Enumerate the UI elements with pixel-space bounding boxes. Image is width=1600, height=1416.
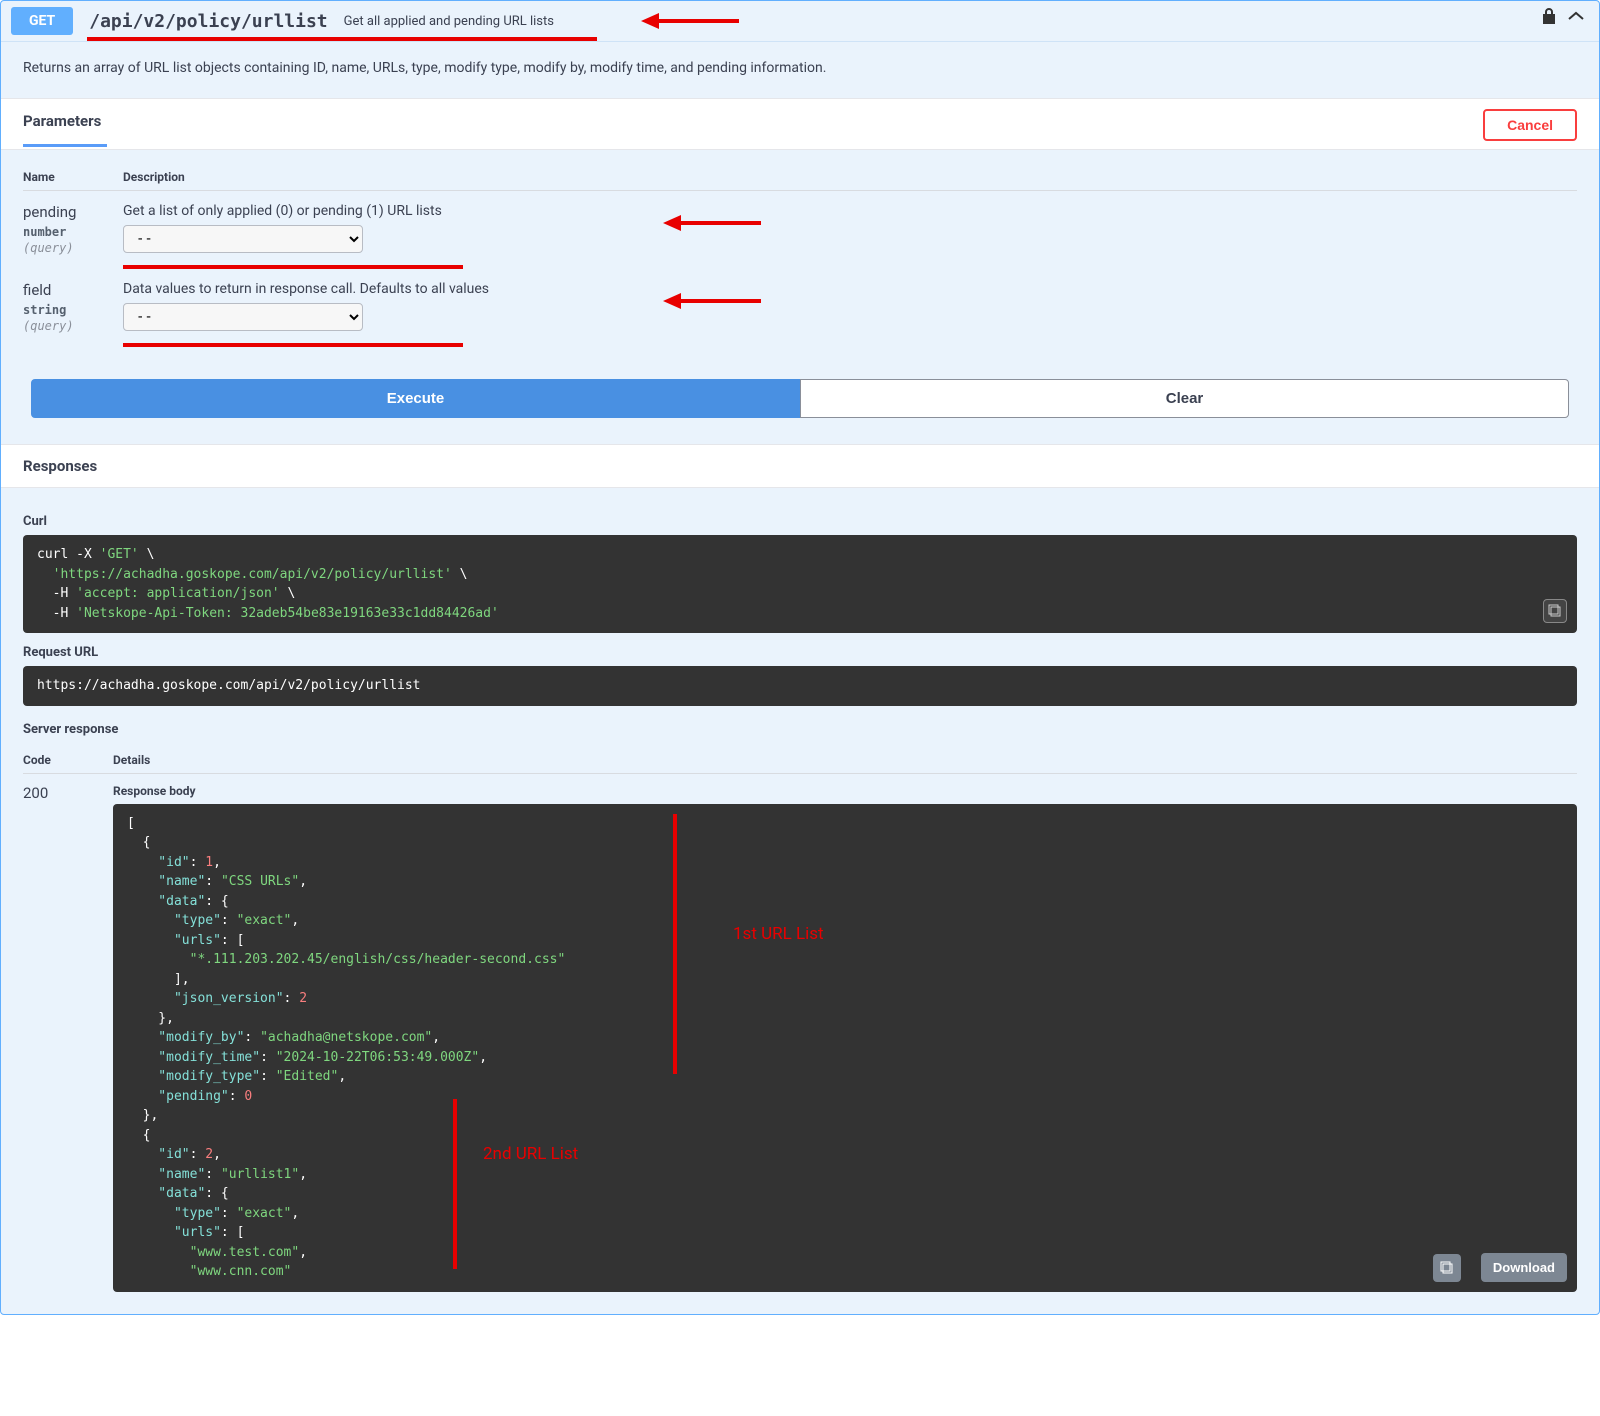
- annotation-divider: [453, 1099, 457, 1269]
- lock-icon[interactable]: [1541, 7, 1557, 25]
- annotation-arrow: [641, 13, 739, 29]
- details-header: Details: [113, 753, 1577, 767]
- param-type: string: [23, 303, 123, 317]
- param-name: field: [23, 281, 123, 299]
- request-url-label: Request URL: [23, 645, 1577, 660]
- parameters-table: Name Description pending number (query) …: [1, 150, 1599, 369]
- param-desc: Get a list of only applied (0) or pendin…: [123, 203, 1577, 219]
- parameters-title: Parameters: [23, 112, 107, 140]
- curl-label: Curl: [23, 514, 1577, 529]
- col-name-header: Name: [23, 170, 123, 184]
- clear-button[interactable]: Clear: [800, 379, 1569, 418]
- download-button[interactable]: Download: [1481, 1253, 1567, 1282]
- operation-description: Returns an array of URL list objects con…: [1, 42, 1599, 98]
- param-row-pending: pending number (query) Get a list of onl…: [23, 191, 1577, 269]
- curl-box: curl -X 'GET' \ 'https://achadha.goskope…: [23, 535, 1577, 633]
- param-desc: Data values to return in response call. …: [123, 281, 1577, 297]
- request-url-box: https://achadha.goskope.com/api/v2/polic…: [23, 666, 1577, 706]
- param-in: (query): [23, 319, 123, 333]
- endpoint-summary: Get all applied and pending URL lists: [344, 14, 554, 29]
- annotation-divider: [673, 814, 677, 1074]
- parameters-bar: Parameters Cancel: [1, 98, 1599, 150]
- field-select[interactable]: --: [123, 303, 363, 331]
- param-in: (query): [23, 241, 123, 255]
- operation-summary[interactable]: GET /api/v2/policy/urllist Get all appli…: [1, 1, 1599, 42]
- execute-button[interactable]: Execute: [31, 379, 800, 418]
- response-body-box: [ { "id": 1, "name": "CSS URLs", "data":…: [113, 804, 1577, 1292]
- param-type: number: [23, 225, 123, 239]
- method-badge: GET: [11, 7, 73, 35]
- annotation-second-url-list: 2nd URL List: [483, 1144, 578, 1164]
- annotation-first-url-list: 1st URL List: [733, 924, 824, 944]
- chevron-up-icon[interactable]: [1567, 9, 1585, 23]
- copy-icon[interactable]: [1433, 1254, 1461, 1282]
- tab-underline: [23, 144, 107, 147]
- endpoint-path: /api/v2/policy/urllist: [89, 11, 327, 32]
- col-desc-header: Description: [123, 170, 1577, 184]
- annotation-underline: [87, 37, 597, 41]
- annotation-underline: [123, 343, 463, 347]
- action-buttons: Execute Clear: [1, 369, 1599, 444]
- cancel-button[interactable]: Cancel: [1483, 109, 1577, 141]
- param-row-field: field string (query) Data values to retu…: [23, 269, 1577, 347]
- operation-block: GET /api/v2/policy/urllist Get all appli…: [0, 0, 1600, 1315]
- response-body-label: Response body: [113, 784, 1577, 798]
- response-code: 200: [23, 784, 113, 1292]
- code-header: Code: [23, 753, 113, 767]
- responses-area: Curl curl -X 'GET' \ 'https://achadha.go…: [1, 488, 1599, 1314]
- server-response-label: Server response: [23, 722, 1577, 737]
- responses-title: Responses: [1, 444, 1599, 488]
- copy-icon[interactable]: [1543, 599, 1567, 623]
- pending-select[interactable]: --: [123, 225, 363, 253]
- param-name: pending: [23, 203, 123, 221]
